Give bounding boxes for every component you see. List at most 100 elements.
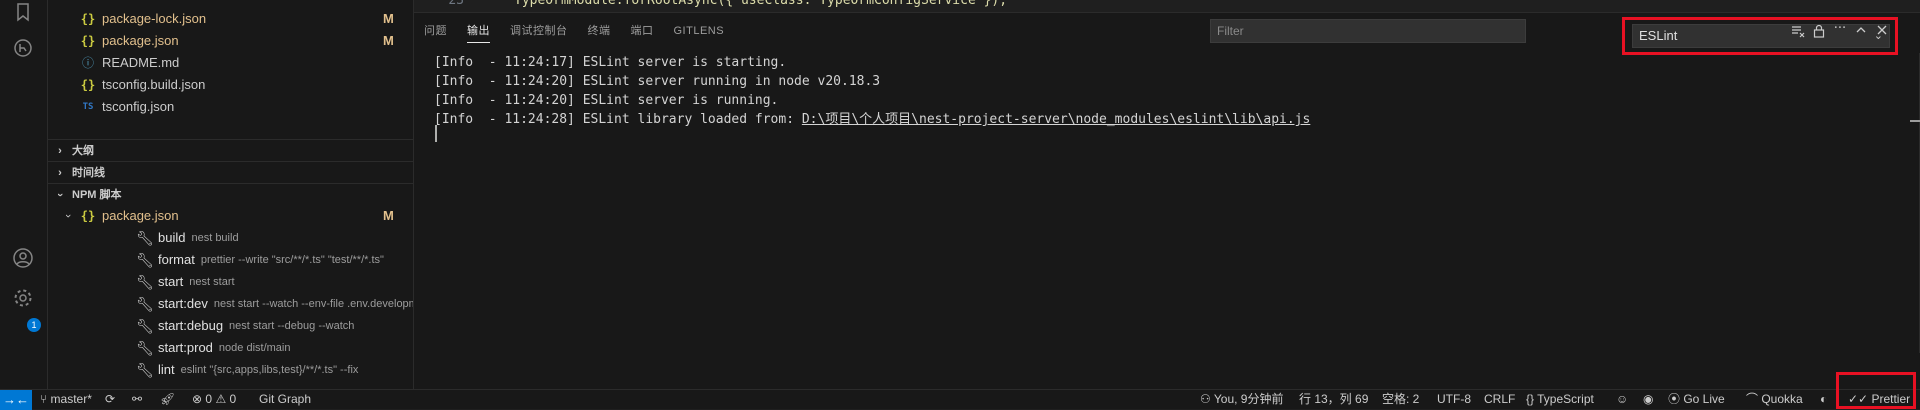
timeline-section-header[interactable]: › 时间线 (48, 161, 413, 184)
copilot-icon[interactable]: ☺ (1616, 390, 1628, 409)
error-count: 0 (205, 392, 213, 406)
wrench-icon: 🔧︎ (136, 274, 154, 290)
rocket-icon[interactable]: 🚀︎ (160, 390, 175, 409)
branch-name: master* (50, 392, 92, 406)
json-file-icon: {} (80, 209, 96, 223)
npm-scripts-section-header[interactable]: › NPM 脚本 (48, 183, 413, 206)
double-check-icon: ✓✓ (1848, 392, 1872, 406)
git-branch-icon: ⑂ (40, 392, 51, 406)
remote-indicator-icon[interactable]: →← (0, 390, 32, 410)
file-item-package-json[interactable]: {} package.json M (48, 30, 413, 52)
npm-package-item[interactable]: › {} package.json M (48, 205, 413, 227)
settings-gear-icon[interactable] (11, 286, 35, 310)
file-name: package.json (102, 33, 179, 48)
script-name: start:prod (158, 340, 213, 355)
github-actions-icon[interactable] (11, 36, 35, 60)
chevron-right-icon: › (58, 167, 62, 179)
json-file-icon: {} (80, 12, 96, 26)
script-command: nest build (191, 232, 239, 244)
script-command: eslint "{src,apps,libs,test}/**/*.ts" --… (180, 364, 359, 376)
blame-text: You, 9分钟前 (1213, 392, 1284, 406)
script-name: format (158, 252, 195, 267)
log-line: [Info - 11:24:20] ESLint server running … (434, 72, 1310, 91)
eol-setting[interactable]: CRLF (1484, 390, 1515, 409)
wrench-icon: 🔧︎ (136, 340, 154, 356)
close-panel-icon[interactable] (1874, 24, 1890, 40)
tab-problems[interactable]: 问题 (414, 13, 457, 49)
file-item-readme[interactable]: ⓘ README.md (48, 52, 413, 74)
tab-terminal[interactable]: 终端 (578, 13, 621, 49)
log-line: [Info - 11:24:20] ESLint server is runni… (434, 91, 1310, 110)
notification-icon[interactable]: ◐ (1820, 390, 1827, 409)
more-actions-icon[interactable]: ··· (1832, 21, 1848, 37)
encoding-setting[interactable]: UTF-8 (1437, 390, 1471, 409)
file-item-tsconfig[interactable]: TS tsconfig.json (48, 96, 413, 118)
quokka-label: Quokka (1761, 392, 1803, 406)
outline-section-header[interactable]: › 大纲 (48, 139, 413, 162)
file-item-tsconfig-build[interactable]: {} tsconfig.build.json (48, 74, 413, 96)
npm-script-start-debug[interactable]: 🔧︎ start:debug nest start --debug --watc… (48, 315, 413, 337)
file-path-link[interactable]: D:\项目\个人项目\nest-project-server\node_modu… (802, 112, 1310, 127)
file-item-package-lock[interactable]: {} package-lock.json M (48, 8, 413, 30)
tab-gitlens[interactable]: GITLENS (664, 13, 735, 49)
git-blame-info[interactable]: ⚇ You, 9分钟前 (1200, 390, 1283, 409)
warning-count: 0 (229, 392, 237, 406)
file-name: package-lock.json (102, 11, 207, 26)
output-filter-input[interactable] (1210, 19, 1526, 43)
npm-script-start-prod[interactable]: 🔧︎ start:prod node dist/main (48, 337, 413, 359)
editor-area[interactable]: 23 TypeOrmModule.forRootAsync({ useClass… (414, 0, 1920, 12)
chevron-down-icon: › (54, 193, 66, 197)
git-compare-icon[interactable]: ⚯ (132, 390, 142, 409)
tab-output[interactable]: 输出 (457, 13, 500, 49)
person-icon: ⚇ (1200, 392, 1214, 406)
code-line: TypeOrmModule.forRootAsync({ useClass: T… (514, 0, 1008, 8)
tab-ports[interactable]: 端口 (621, 13, 664, 49)
script-name: start:debug (158, 318, 224, 333)
radio-tower-icon: ⦿ (1668, 392, 1684, 406)
npm-script-format[interactable]: 🔧︎ format prettier --write "src/**/*.ts"… (48, 249, 413, 271)
npm-script-start[interactable]: 🔧︎ start nest start (48, 271, 413, 293)
maximize-panel-icon[interactable] (1853, 24, 1869, 40)
script-command: nest start (189, 276, 235, 288)
account-icon[interactable] (11, 246, 35, 270)
cursor-position[interactable]: 行 13，列 69 (1299, 390, 1368, 409)
info-file-icon: ⓘ (81, 56, 94, 70)
npm-script-build[interactable]: 🔧︎ build nest build (48, 227, 413, 249)
indentation-setting[interactable]: 空格: 2 (1382, 390, 1419, 409)
section-title: 时间线 (72, 167, 105, 179)
go-live-label: Go Live (1683, 392, 1725, 406)
git-graph-button[interactable]: Git Graph (259, 390, 311, 409)
log-line: [Info - 11:24:17] ESLint server is start… (434, 53, 1310, 72)
file-name: tsconfig.json (102, 99, 175, 114)
clear-output-icon[interactable] (1790, 24, 1806, 40)
line-number: 23 (448, 0, 464, 8)
lock-icon[interactable] (1811, 24, 1827, 40)
go-live-button[interactable]: ⦿ Go Live (1668, 390, 1725, 409)
quokka-icon: ⌒ (1746, 392, 1762, 406)
git-status: M (383, 11, 394, 26)
language-mode[interactable]: {} TypeScript (1526, 390, 1594, 409)
chevron-right-icon: › (58, 145, 62, 157)
script-command: node dist/main (218, 342, 291, 354)
bookmark-icon[interactable] (11, 0, 35, 24)
git-status: M (383, 33, 394, 48)
tab-debug-console[interactable]: 调试控制台 (500, 13, 578, 49)
npm-script-lint[interactable]: 🔧︎ lint eslint "{src,apps,libs,test}/**/… (48, 359, 413, 381)
script-name: start:dev (158, 296, 208, 311)
output-log: [Info - 11:24:17] ESLint server is start… (434, 53, 1310, 129)
output-channel-select[interactable]: ESLint ⌄ (1632, 24, 1890, 48)
error-icon: ⊗ (192, 392, 203, 406)
broadcast-icon[interactable]: ◉ (1643, 390, 1653, 409)
log-text: [Info - 11:24:17] ESLint server is start… (434, 55, 787, 70)
wrench-icon: 🔧︎ (136, 318, 154, 334)
text-cursor (435, 125, 437, 142)
sync-icon[interactable]: ⟳ (105, 390, 115, 409)
prettier-status[interactable]: ✓✓ Prettier (1848, 390, 1910, 409)
scrollbar-marker (1910, 120, 1920, 122)
problems-indicator[interactable]: ⊗ 0 ⚠ 0 (192, 390, 236, 409)
source-control-branch[interactable]: ⑂ master* (40, 390, 92, 409)
npm-script-start-dev[interactable]: 🔧︎ start:dev nest start --watch --env-fi… (48, 293, 413, 315)
wrench-icon: 🔧︎ (136, 252, 154, 268)
typescript-file-icon: TS (82, 102, 94, 112)
quokka-button[interactable]: ⌒ Quokka (1746, 390, 1803, 409)
